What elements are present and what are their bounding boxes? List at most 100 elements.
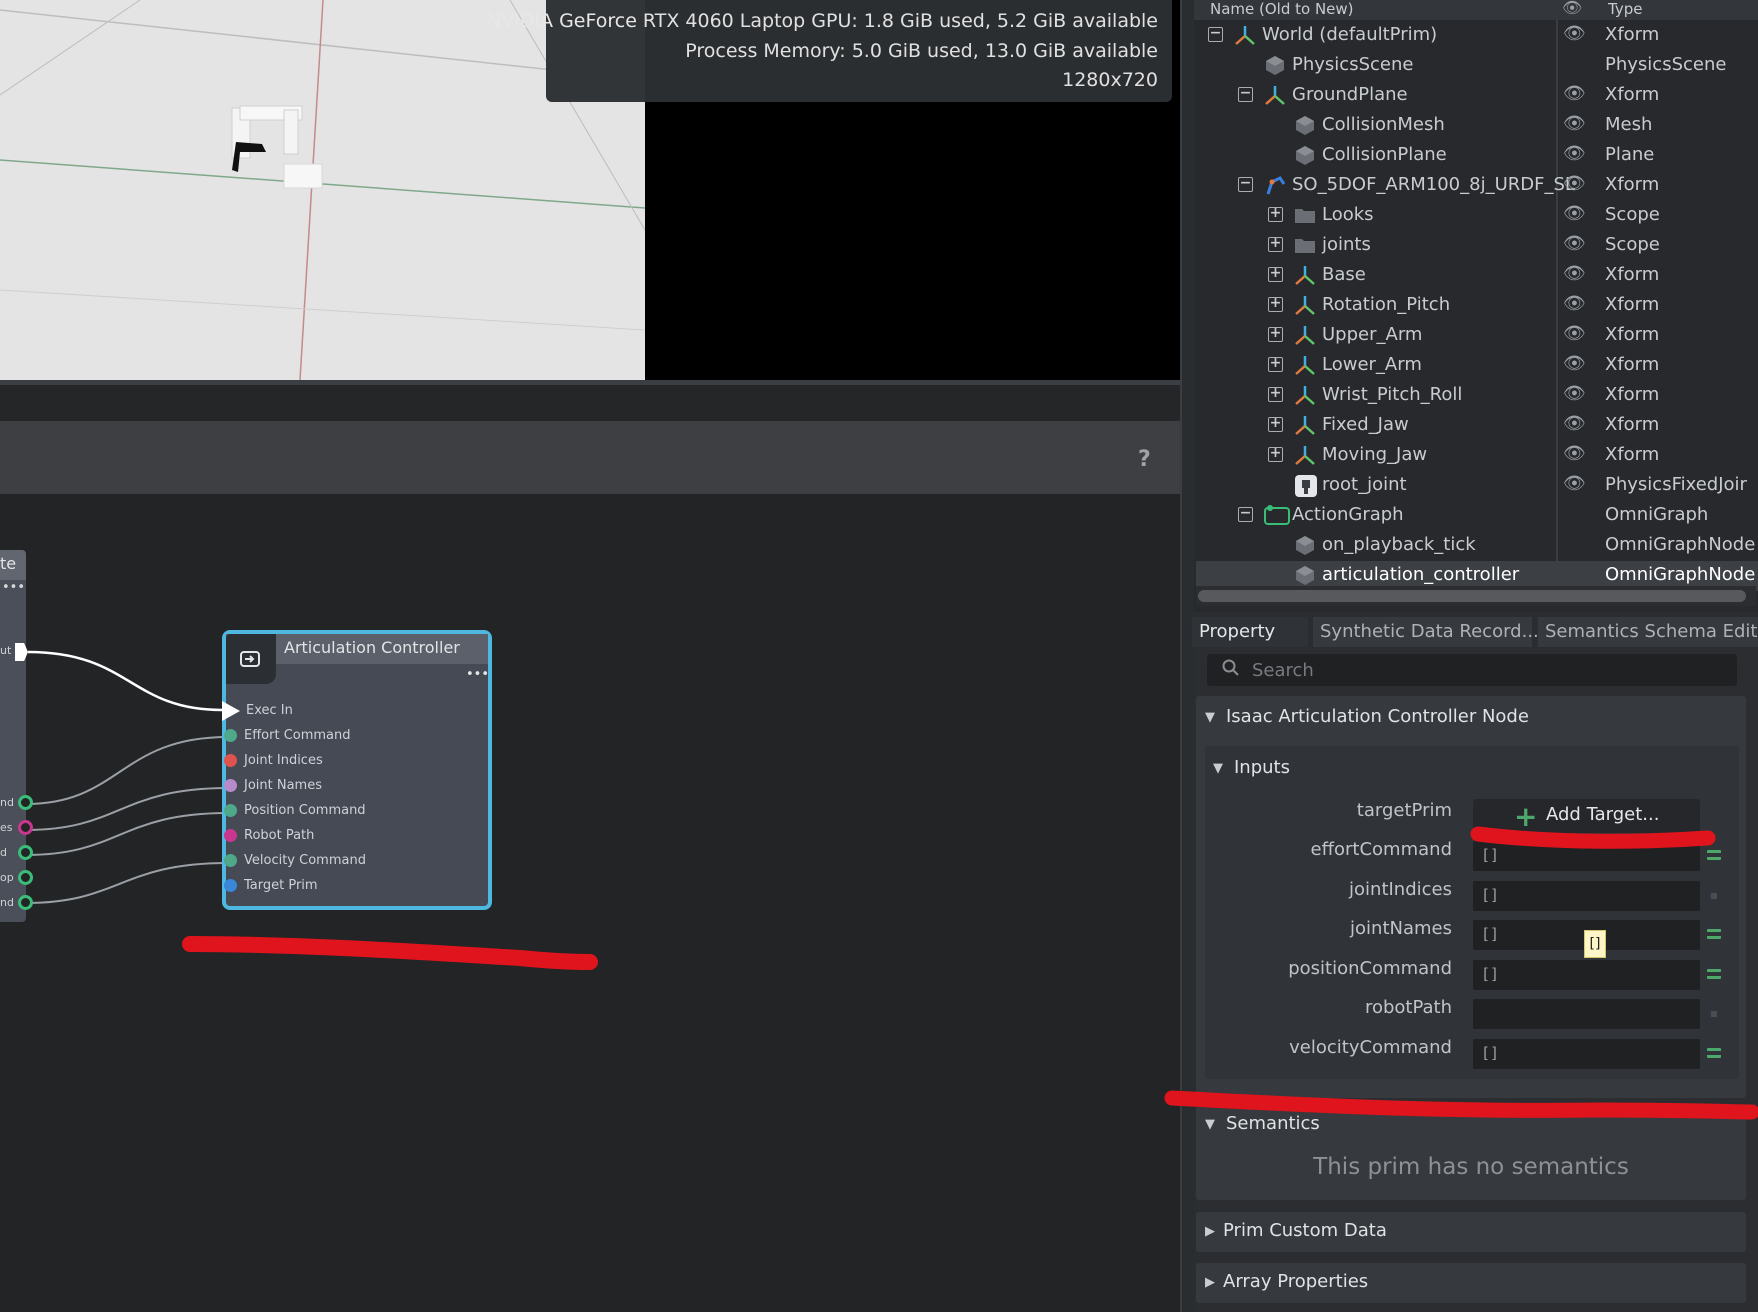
node-more-icon[interactable]: ••• bbox=[466, 667, 489, 682]
default-value-indicator-icon[interactable] bbox=[1711, 892, 1717, 899]
visibility-eye-icon[interactable]: 👁 bbox=[1563, 203, 1586, 224]
collapse-icon[interactable]: − bbox=[1238, 176, 1253, 192]
stage-row[interactable]: on_playback_tick OmniGraphNode bbox=[1196, 531, 1758, 561]
stage-row[interactable]: CollisionMesh 👁 Mesh bbox=[1196, 111, 1758, 141]
stage-row-name[interactable]: root_joint bbox=[1322, 474, 1407, 495]
stage-row-name[interactable]: articulation_controller bbox=[1322, 564, 1519, 585]
semantics-section-title[interactable]: Semantics bbox=[1226, 1113, 1320, 1134]
input-value-field[interactable]: [] bbox=[1473, 841, 1700, 871]
stage-row-name[interactable]: Looks bbox=[1322, 204, 1374, 225]
visibility-eye-icon[interactable]: 👁 bbox=[1563, 353, 1586, 374]
left-node[interactable] bbox=[0, 550, 26, 922]
inputs-section-title[interactable]: Inputs bbox=[1234, 757, 1290, 778]
expand-triangle-icon[interactable]: ▶ bbox=[1205, 1224, 1215, 1239]
stage-row-name[interactable]: GroundPlane bbox=[1292, 84, 1408, 105]
stage-row[interactable]: PhysicsScene PhysicsScene bbox=[1196, 51, 1758, 81]
column-header-type[interactable]: Type bbox=[1608, 0, 1642, 18]
collapse-triangle-icon[interactable]: ▼ bbox=[1205, 1117, 1215, 1132]
visibility-eye-icon[interactable]: 👁 bbox=[1563, 23, 1586, 44]
stage-row-name[interactable]: CollisionPlane bbox=[1322, 144, 1447, 165]
collapse-icon[interactable]: − bbox=[1238, 506, 1253, 522]
expand-icon[interactable]: + bbox=[1268, 416, 1283, 432]
stage-row[interactable]: CollisionPlane 👁 Plane bbox=[1196, 141, 1758, 171]
visibility-eye-icon[interactable]: 👁 bbox=[1563, 143, 1586, 164]
connection-indicator-icon[interactable] bbox=[1707, 929, 1721, 939]
collapse-triangle-icon[interactable]: ▼ bbox=[1205, 710, 1215, 725]
connection-indicator-icon[interactable] bbox=[1707, 850, 1721, 860]
stage-row-name[interactable]: Rotation_Pitch bbox=[1322, 294, 1450, 315]
visibility-eye-icon[interactable]: 👁 bbox=[1563, 383, 1586, 404]
left-node-more[interactable]: ••• bbox=[2, 580, 25, 595]
output-port[interactable] bbox=[18, 895, 33, 910]
joint-indices-port[interactable] bbox=[224, 754, 237, 767]
visibility-eye-icon[interactable]: 👁 bbox=[1563, 83, 1586, 104]
input-value-field[interactable]: [] bbox=[1473, 1038, 1700, 1069]
prim-custom-data-title[interactable]: Prim Custom Data bbox=[1223, 1220, 1387, 1241]
stage-row-name[interactable]: Lower_Arm bbox=[1322, 354, 1422, 375]
connection-indicator-icon[interactable] bbox=[1707, 1047, 1721, 1058]
visibility-eye-icon[interactable]: 👁 bbox=[1563, 443, 1586, 464]
tab-property[interactable]: Property bbox=[1192, 617, 1308, 647]
stage-row-name[interactable]: PhysicsScene bbox=[1292, 54, 1413, 75]
tab-semantics-schema-editor[interactable]: Semantics Schema Edit... bbox=[1538, 617, 1758, 647]
stage-row[interactable]: − ActionGraph OmniGraph bbox=[1196, 501, 1758, 531]
tab-synthetic-data-recorder[interactable]: Synthetic Data Record... bbox=[1313, 617, 1539, 647]
stage-row-name[interactable]: joints bbox=[1322, 234, 1371, 255]
stage-row-name[interactable]: on_playback_tick bbox=[1322, 534, 1476, 555]
stage-row[interactable]: + Upper_Arm 👁 Xform bbox=[1196, 321, 1758, 351]
output-port[interactable] bbox=[18, 795, 33, 810]
stage-row-name[interactable]: Moving_Jaw bbox=[1322, 444, 1427, 465]
stage-row[interactable]: − SO_5DOF_ARM100_8j_URDF_SL 👁 Xform bbox=[1196, 171, 1758, 201]
column-header-name[interactable]: Name (Old to New) bbox=[1210, 0, 1354, 18]
stage-row-name[interactable]: Base bbox=[1322, 264, 1366, 285]
input-value-field[interactable]: [] bbox=[1473, 880, 1700, 911]
expand-icon[interactable]: + bbox=[1268, 296, 1283, 312]
visibility-eye-icon[interactable]: 👁 bbox=[1563, 413, 1586, 434]
column-visibility-eye-icon[interactable]: 👁 bbox=[1562, 0, 1582, 17]
expand-icon[interactable]: + bbox=[1268, 266, 1283, 282]
expand-icon[interactable]: + bbox=[1268, 326, 1283, 342]
default-value-indicator-icon[interactable] bbox=[1711, 1011, 1717, 1017]
input-value-field[interactable] bbox=[1473, 999, 1700, 1029]
stage-row[interactable]: + Lower_Arm 👁 Xform bbox=[1196, 351, 1758, 381]
collapse-icon[interactable]: − bbox=[1238, 86, 1253, 102]
stage-row[interactable]: root_joint 👁 PhysicsFixedJoir bbox=[1196, 471, 1758, 501]
velocity-command-port[interactable] bbox=[224, 854, 237, 867]
visibility-eye-icon[interactable]: 👁 bbox=[1563, 173, 1586, 194]
stage-row[interactable]: + Fixed_Jaw 👁 Xform bbox=[1196, 411, 1758, 441]
stage-row[interactable]: + Moving_Jaw 👁 Xform bbox=[1196, 441, 1758, 471]
array-properties-title[interactable]: Array Properties bbox=[1223, 1271, 1368, 1292]
visibility-eye-icon[interactable]: 👁 bbox=[1563, 473, 1586, 494]
stage-row[interactable]: + Looks 👁 Scope bbox=[1196, 201, 1758, 231]
stage-row-name[interactable]: World (defaultPrim) bbox=[1262, 24, 1437, 45]
input-value-field[interactable]: [] bbox=[1473, 959, 1700, 990]
stage-row-name[interactable]: SO_5DOF_ARM100_8j_URDF_SL bbox=[1292, 174, 1575, 195]
stage-horizontal-scrollbar[interactable] bbox=[1198, 590, 1746, 602]
stage-row-name[interactable]: Upper_Arm bbox=[1322, 324, 1422, 345]
stage-row[interactable]: + Wrist_Pitch_Roll 👁 Xform bbox=[1196, 381, 1758, 411]
expand-triangle-icon[interactable]: ▶ bbox=[1205, 1275, 1215, 1290]
stage-row-name[interactable]: Fixed_Jaw bbox=[1322, 414, 1409, 435]
expand-icon[interactable]: + bbox=[1268, 356, 1283, 372]
visibility-eye-icon[interactable]: 👁 bbox=[1563, 263, 1586, 284]
position-command-port[interactable] bbox=[224, 804, 237, 817]
viewport[interactable]: NVIDIA GeForce RTX 4060 Laptop GPU: 1.8 … bbox=[0, 0, 1180, 382]
visibility-eye-icon[interactable]: 👁 bbox=[1563, 113, 1586, 134]
help-icon[interactable]: ? bbox=[1138, 447, 1151, 472]
panel-splitter[interactable] bbox=[1180, 0, 1194, 1312]
joint-names-port[interactable] bbox=[224, 779, 237, 792]
expand-icon[interactable]: + bbox=[1268, 386, 1283, 402]
stage-row[interactable]: + joints 👁 Scope bbox=[1196, 231, 1758, 261]
output-port[interactable] bbox=[18, 820, 33, 835]
stage-row[interactable]: + Rotation_Pitch 👁 Xform bbox=[1196, 291, 1758, 321]
visibility-eye-icon[interactable]: 👁 bbox=[1563, 233, 1586, 254]
collapse-triangle-icon[interactable]: ▼ bbox=[1213, 761, 1223, 776]
stage-row-name[interactable]: Wrist_Pitch_Roll bbox=[1322, 384, 1462, 405]
stage-row-name[interactable]: ActionGraph bbox=[1292, 504, 1404, 525]
robot-path-port[interactable] bbox=[224, 829, 237, 842]
visibility-eye-icon[interactable]: 👁 bbox=[1563, 323, 1586, 344]
robot-arm-model[interactable] bbox=[222, 100, 332, 200]
connection-indicator-icon[interactable] bbox=[1707, 968, 1721, 979]
expand-icon[interactable]: + bbox=[1268, 236, 1283, 252]
stage-row[interactable]: − GroundPlane 👁 Xform bbox=[1196, 81, 1758, 111]
